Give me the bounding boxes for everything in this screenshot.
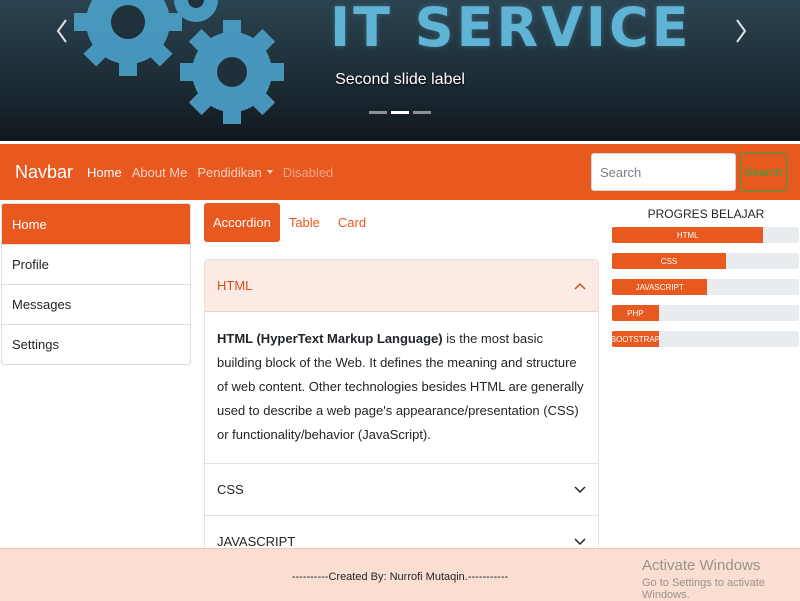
tab-card[interactable]: Card bbox=[329, 203, 375, 242]
accordion-body-html: HTML (HyperText Markup Language) is the … bbox=[205, 312, 598, 463]
tab-table[interactable]: Table bbox=[280, 203, 329, 242]
carousel-indicator[interactable] bbox=[413, 111, 431, 114]
accordion-title: JAVASCRIPT bbox=[217, 534, 296, 549]
chevron-right-icon bbox=[736, 19, 747, 43]
chevron-down-icon bbox=[574, 485, 586, 493]
progress-fill: BOOTSTRAP bbox=[612, 331, 660, 347]
carousel-next-button[interactable] bbox=[733, 18, 749, 44]
progress-fill: HTML bbox=[612, 227, 764, 243]
progress-title: PROGRES BELAJAR bbox=[647, 207, 765, 221]
carousel-indicator[interactable] bbox=[391, 111, 409, 114]
hero-carousel: IT SERVICE Second slide label bbox=[0, 0, 800, 141]
sidebar-item-home[interactable]: Home bbox=[2, 204, 190, 244]
hero-text: IT SERVICE bbox=[330, 0, 692, 59]
progress-bar-css: CSS bbox=[612, 253, 799, 269]
accordion-header-css[interactable]: CSS bbox=[205, 463, 598, 515]
search-input[interactable] bbox=[591, 153, 736, 191]
caret-down-icon bbox=[266, 170, 273, 174]
chevron-left-icon bbox=[56, 19, 67, 43]
progress-fill: CSS bbox=[612, 253, 727, 269]
accordion: HTML HTML (HyperText Markup Language) is… bbox=[204, 259, 599, 568]
slide-caption: Second slide label bbox=[335, 71, 465, 88]
sidebar-item-settings[interactable]: Settings bbox=[2, 324, 190, 364]
navbar: Navbar Home About Me Pendidikan Disabled… bbox=[0, 144, 800, 200]
nav-about[interactable]: About Me bbox=[132, 165, 188, 180]
nav-disabled: Disabled bbox=[282, 164, 334, 180]
progress-fill: JAVASCRIPT bbox=[612, 279, 708, 295]
activate-windows-subtitle: Go to Settings to activate Windows. bbox=[642, 577, 765, 601]
navbar-brand[interactable]: Navbar bbox=[15, 162, 73, 183]
progress-bar-html: HTML bbox=[612, 227, 799, 243]
search-button[interactable]: Search bbox=[740, 153, 787, 191]
nav-home[interactable]: Home bbox=[87, 165, 122, 180]
chevron-down-icon bbox=[574, 537, 586, 545]
accordion-body-strong: HTML (HyperText Markup Language) bbox=[217, 331, 443, 346]
progress-bar-javascript: JAVASCRIPT bbox=[612, 279, 799, 295]
progress-bar-php: PHP bbox=[612, 305, 799, 321]
progress-fill: PHP bbox=[612, 305, 659, 321]
sidebar-item-messages[interactable]: Messages bbox=[2, 284, 190, 324]
nav-pendidikan-label: Pendidikan bbox=[197, 164, 262, 180]
sidebar-list: Home Profile Messages Settings bbox=[1, 203, 191, 365]
accordion-body-text: is the most basic building block of the … bbox=[217, 331, 584, 442]
carousel-indicators bbox=[0, 111, 800, 114]
footer: ----------Created By: Nurrofi Mutaqin.--… bbox=[0, 548, 800, 601]
tab-accordion[interactable]: Accordion bbox=[204, 203, 280, 242]
sidebar-item-profile[interactable]: Profile bbox=[2, 244, 190, 284]
accordion-title: CSS bbox=[217, 482, 244, 497]
activate-windows-title: Activate Windows bbox=[642, 557, 761, 574]
carousel-prev-button[interactable] bbox=[54, 18, 70, 44]
progress-bar-bootstrap: BOOTSTRAP bbox=[612, 331, 799, 347]
content-tabs: Accordion Table Card bbox=[204, 203, 375, 242]
accordion-title: HTML bbox=[217, 278, 253, 293]
nav-pendidikan-dropdown[interactable]: Pendidikan bbox=[197, 164, 273, 180]
accordion-header-html[interactable]: HTML bbox=[205, 260, 598, 312]
carousel-indicator[interactable] bbox=[369, 111, 387, 114]
chevron-up-icon bbox=[574, 282, 586, 290]
